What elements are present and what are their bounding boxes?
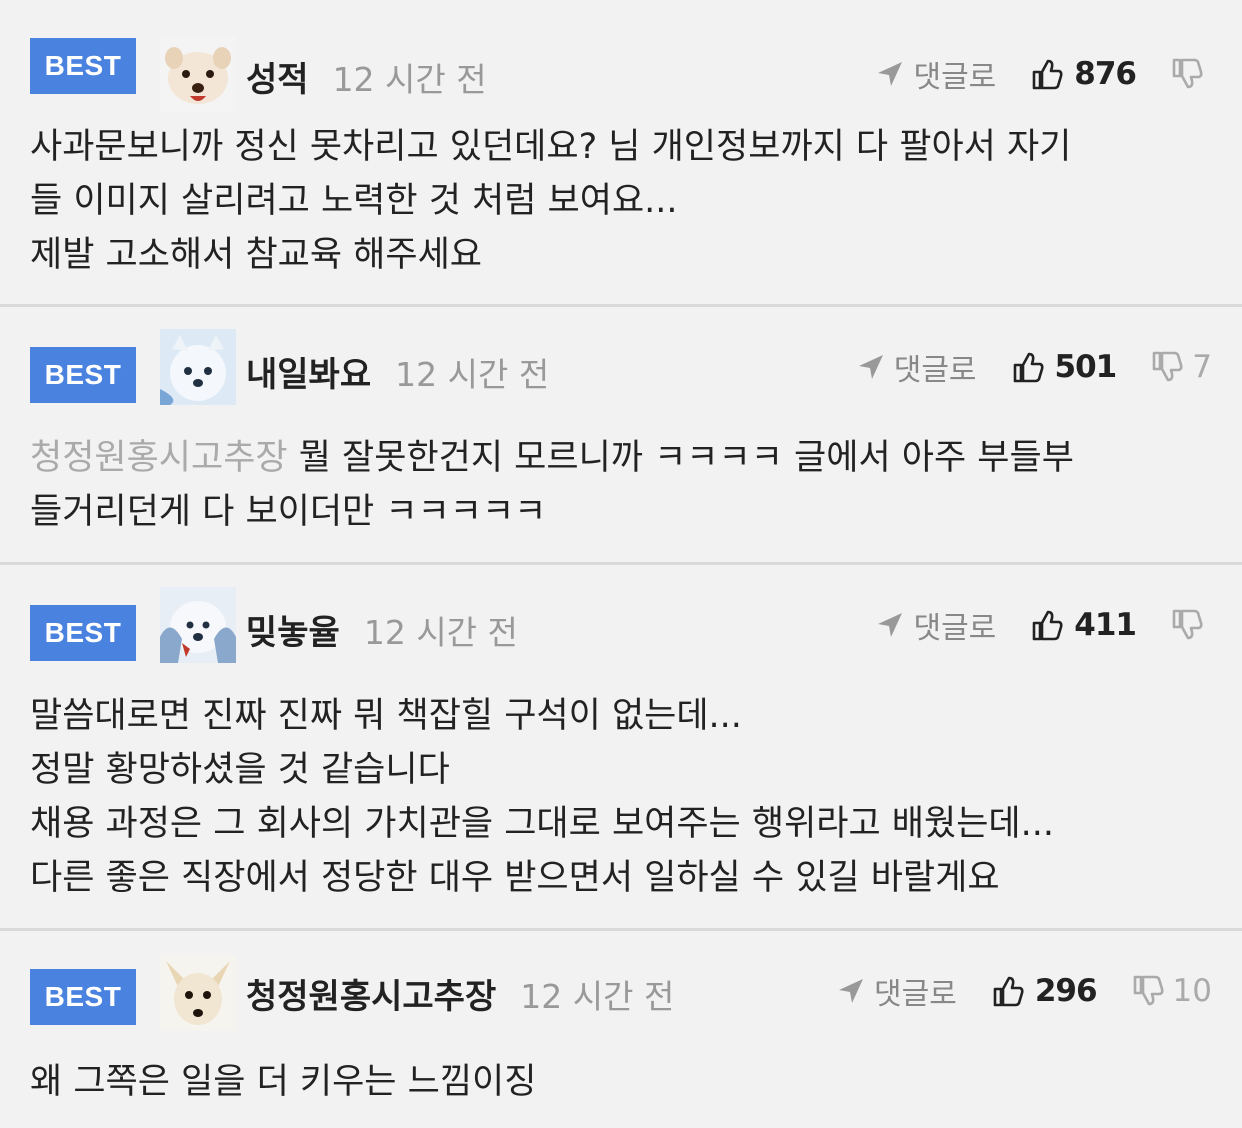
reply-label: 댓글로 [893,353,977,388]
comment-time: 12 시간 전 [520,977,675,1016]
comment-text: 뭘 잘못한건지 모르니까 ㅋㅋㅋㅋ 글에서 아주 부들부 [287,438,1074,478]
reply-mention[interactable]: 청정원홍시고추장 [30,438,288,478]
thumbs-up-icon [1032,59,1063,90]
comment-body: 사과문보니까 정신 못차리고 있던데요? 님 개인정보까지 다 팔아서 자기 들… [30,120,1212,282]
comment-actions: 댓글로 411 [875,603,1212,647]
reply-arrow-icon [839,979,864,1003]
best-badge: BEST [30,347,136,403]
comment-time: 12 시간 전 [363,613,518,652]
comment-list: BEST 성적 12 시간 전 댓글로 876 사과문보니까 정신 못차리고 있… [0,0,1242,1128]
reply-arrow-icon [878,62,903,86]
comment-text-line: 사과문보니까 정신 못차리고 있던데요? 님 개인정보까지 다 팔아서 자기 [30,127,1072,167]
dislike-count: 10 [1172,973,1212,1009]
comment-actions: 댓글로 296 10 [836,969,1212,1013]
thumbs-up-icon [993,976,1024,1007]
avatar-icon[interactable] [160,329,236,405]
comment-header: BEST 청정원홍시고추장 12 시간 전 댓글로 296 10 [0,951,1242,1031]
comment-item: BEST 청정원홍시고추장 12 시간 전 댓글로 296 10 왜 그쪽은 일… [0,928,1242,1128]
thumbs-down-icon [1172,609,1203,640]
best-badge: BEST [30,38,136,94]
avatar-icon[interactable] [160,955,236,1031]
comment-item: BEST 밎놓율 12 시간 전 댓글로 411 말씀대로면 진짜 진짜 뭐 책… [0,562,1242,929]
dislike-count: 7 [1192,349,1212,385]
like-button[interactable]: 411 [1030,607,1137,643]
dislike-button[interactable]: 10 [1131,973,1212,1009]
comment-body: 왜 그쪽은 일을 더 키우는 느낌이징 [30,1055,1212,1109]
best-badge: BEST [30,969,136,1025]
reply-arrow-icon [858,355,883,379]
avatar-icon[interactable] [160,587,236,663]
comment-time: 12 시간 전 [332,60,487,99]
comment-actions: 댓글로 876 [875,52,1212,96]
comment-text-line: 왜 그쪽은 일을 더 키우는 느낌이징 [30,1062,537,1102]
reply-button[interactable]: 댓글로 [856,345,977,389]
comment-time: 12 시간 전 [395,355,550,394]
comment-text-line: 말씀대로면 진짜 진짜 뭐 책잡힐 구석이 없는데... [30,696,742,736]
comment-body: 청정원홍시고추장 뭘 잘못한건지 모르니까 ㅋㅋㅋㅋ 글에서 아주 부들부 들거… [30,431,1212,539]
reply-label: 댓글로 [874,977,957,1012]
dislike-button[interactable] [1170,57,1212,91]
comment-actions: 댓글로 501 7 [856,345,1212,389]
comment-text-line: 들 이미지 살리려고 노력한 것 처럼 보여요... [30,181,678,221]
dislike-button[interactable] [1170,608,1212,642]
reply-arrow-icon [878,613,903,637]
like-button[interactable]: 296 [991,973,1098,1009]
username[interactable]: 성적 [246,60,309,100]
best-badge: BEST [30,605,136,661]
thumbs-down-icon [1172,58,1203,89]
comment-item: BEST 성적 12 시간 전 댓글로 876 사과문보니까 정신 못차리고 있… [0,0,1242,304]
comment-header: BEST 밎놓율 12 시간 전 댓글로 411 [0,585,1242,665]
comment-text-line: 다른 좋은 직장에서 정당한 대우 받으면서 일하실 수 있길 바랄게요 [30,858,1000,898]
comment-body: 말씀대로면 진짜 진짜 뭐 책잡힐 구석이 없는데... 정말 황망하셨을 것 … [30,689,1212,905]
reply-label: 댓글로 [913,60,997,95]
like-button[interactable]: 876 [1030,56,1137,92]
reply-button[interactable]: 댓글로 [836,969,957,1013]
comment-author[interactable]: 내일봐요 12 시간 전 [246,347,549,396]
like-count: 411 [1074,607,1137,643]
like-button[interactable]: 501 [1011,349,1117,385]
reply-label: 댓글로 [913,611,997,646]
dislike-button[interactable]: 7 [1150,349,1212,385]
thumbs-down-icon [1133,975,1164,1006]
comment-text-line: 채용 과정은 그 회사의 가치관을 그대로 보여주는 행위라고 배웠는데... [30,804,1054,844]
like-count: 501 [1054,349,1118,385]
like-count: 876 [1074,56,1137,92]
username[interactable]: 내일봐요 [246,355,371,395]
comment-text-line: 제발 고소해서 참교육 해주세요 [30,235,482,275]
comment-text-line: 청정원홍시고추장 뭘 잘못한건지 모르니까 ㅋㅋㅋㅋ 글에서 아주 부들부 [30,431,1212,485]
comment-text-line: 들거리던게 다 보이더만 ㅋㅋㅋㅋㅋ [30,492,547,532]
username[interactable]: 청정원홍시고추장 [246,977,496,1017]
like-count: 296 [1034,973,1098,1009]
comment-text-line: 정말 황망하셨을 것 같습니다 [30,750,450,790]
comment-author[interactable]: 밎놓율 12 시간 전 [246,605,518,654]
avatar-icon[interactable] [160,36,236,112]
comment-item: BEST 내일봐요 12 시간 전 댓글로 501 7 청정원홍시고추장 뭘 잘… [0,304,1242,563]
comment-author[interactable]: 성적 12 시간 전 [246,52,487,101]
reply-button[interactable]: 댓글로 [875,603,996,647]
username[interactable]: 밎놓율 [246,613,340,653]
comment-header: BEST 내일봐요 12 시간 전 댓글로 501 7 [0,327,1242,407]
thumbs-up-icon [1032,610,1063,641]
thumbs-up-icon [1013,352,1044,383]
thumbs-down-icon [1152,351,1183,382]
comment-author[interactable]: 청정원홍시고추장 12 시간 전 [246,969,674,1018]
reply-button[interactable]: 댓글로 [875,52,996,96]
comment-header: BEST 성적 12 시간 전 댓글로 876 [0,18,1242,112]
